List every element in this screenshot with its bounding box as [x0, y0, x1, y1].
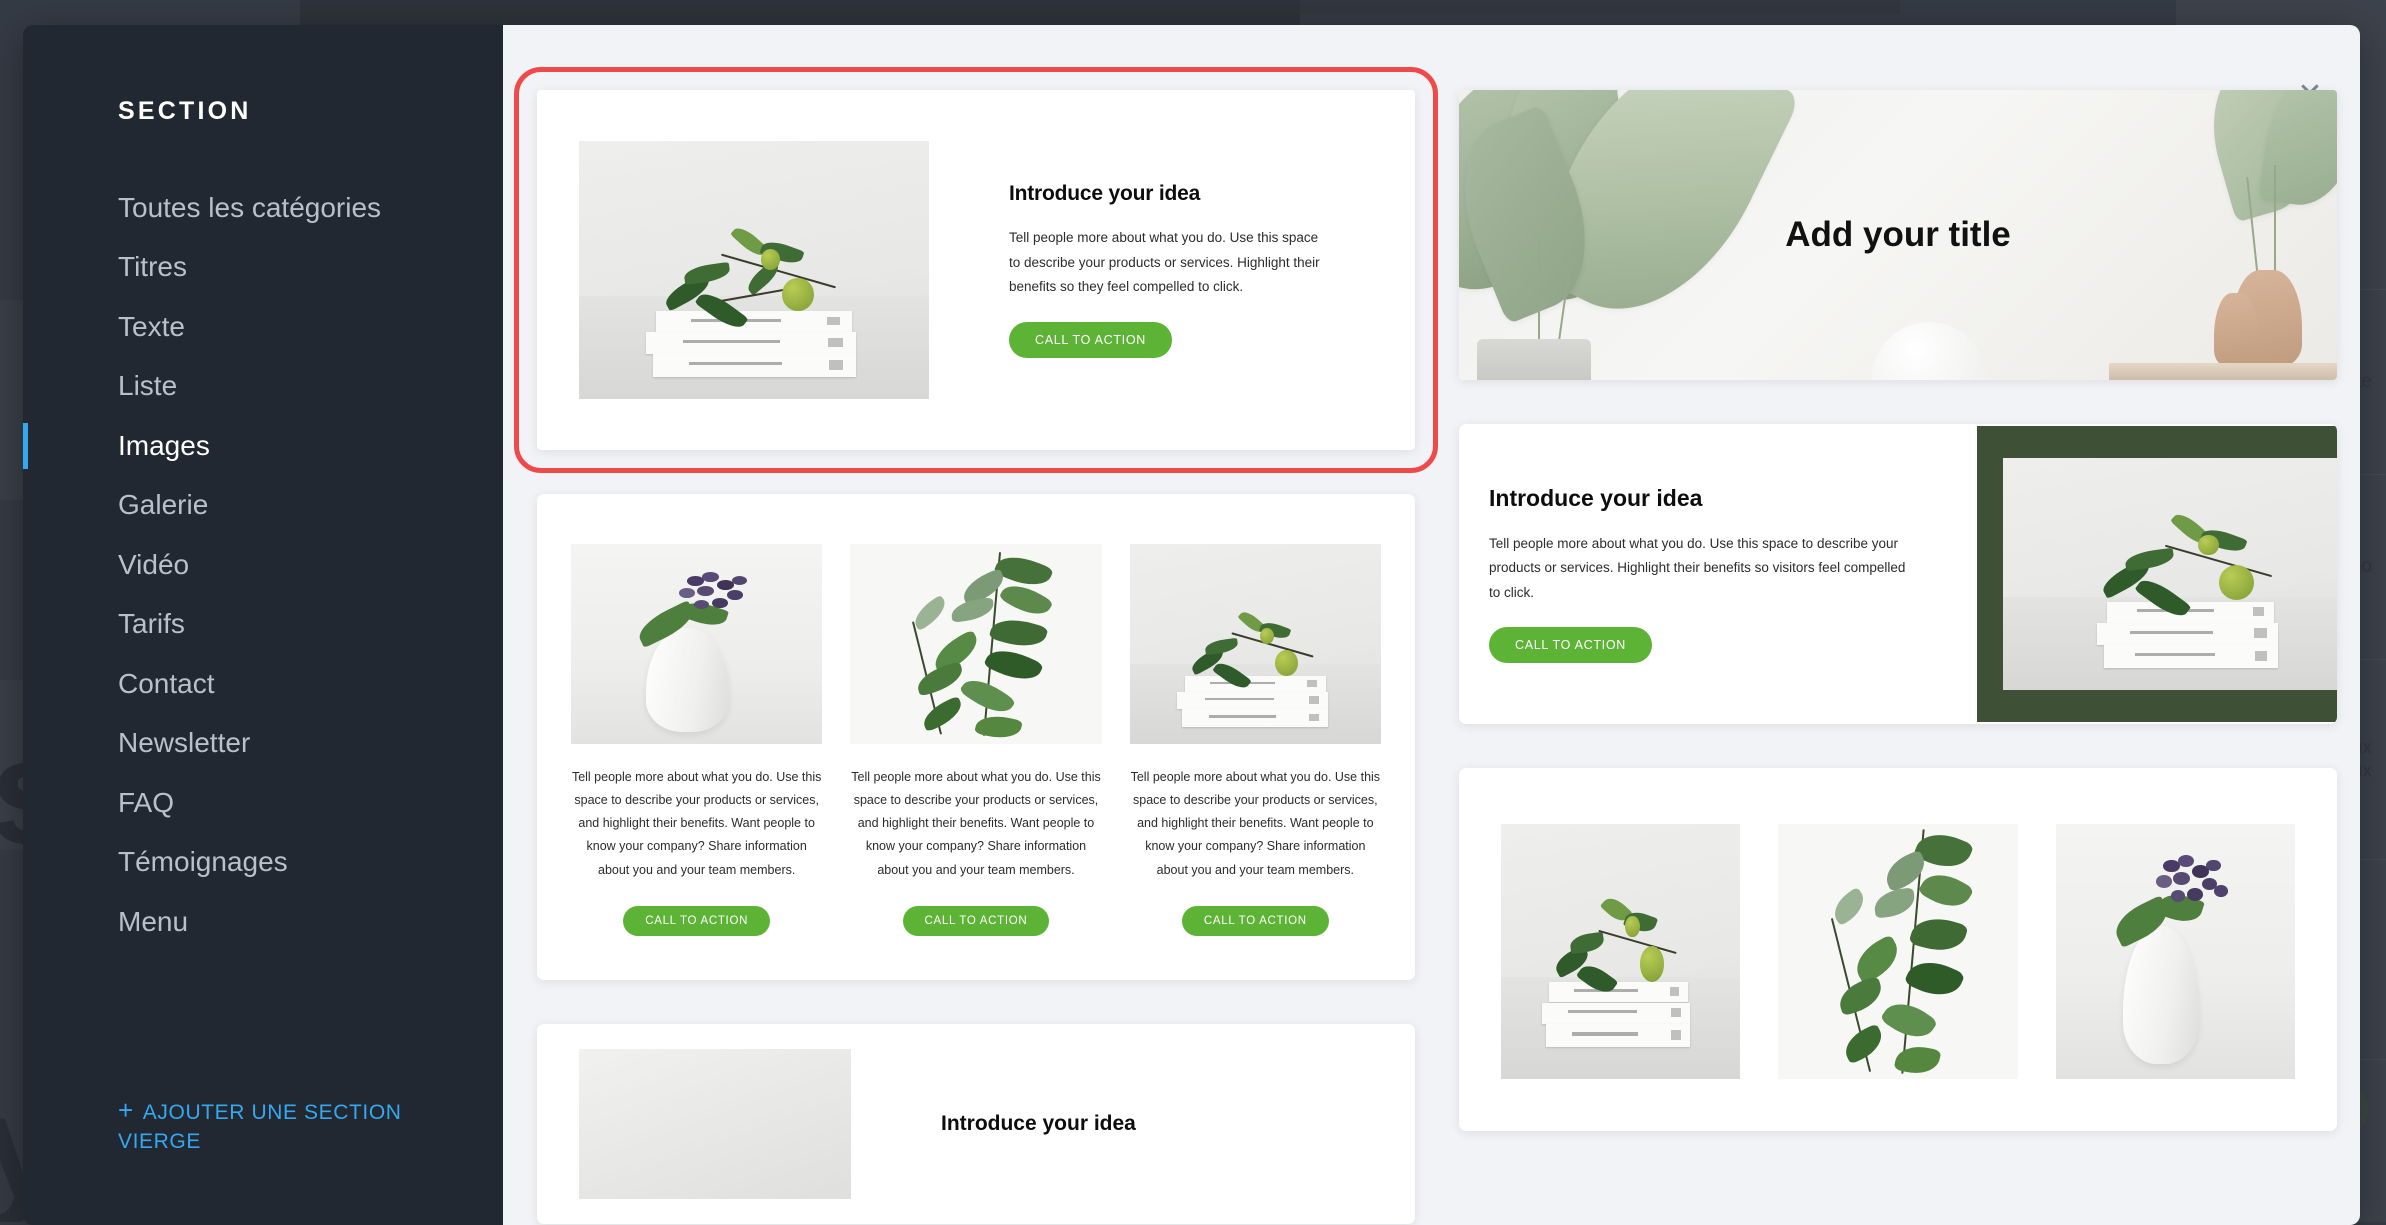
sidebar-item-menu[interactable]: Menu — [23, 892, 503, 952]
add-blank-section-label: AJOUTER UNE SECTION VIERGE — [118, 1101, 402, 1153]
template-heading: Introduce your idea — [1489, 485, 1909, 512]
tropical-plants-photo: Add your title — [1459, 90, 2337, 380]
books-with-branch-photo — [2003, 458, 2337, 690]
template-body-text: Tell people more about what you do. Use … — [1489, 532, 1909, 605]
template-card-body: Introduce your idea — [941, 1112, 1136, 1136]
sidebar-item-label: Liste — [118, 370, 177, 402]
template-column-left: Introduce your idea Tell people more abo… — [537, 90, 1415, 1224]
template-gallery: ✕ — [503, 25, 2360, 1225]
vase-with-berries-photo — [571, 544, 822, 744]
template-column-item: Tell people more about what you do. Use … — [571, 544, 822, 936]
template-body-text: Tell people more about what you do. Use … — [1130, 766, 1381, 882]
template-card-hero-banner[interactable]: Add your title — [1459, 90, 2337, 380]
template-card-image-left[interactable]: Introduce your idea Tell people more abo… — [537, 90, 1415, 450]
sidebar-item-toutes-les-categories[interactable]: Toutes les catégories — [23, 178, 503, 238]
sidebar-item-label: Menu — [118, 906, 188, 938]
sidebar-item-galerie[interactable]: Galerie — [23, 476, 503, 536]
sidebar-item-contact[interactable]: Contact — [23, 654, 503, 714]
sidebar-item-label: Galerie — [118, 489, 208, 521]
template-card-body: Introduce your idea Tell people more abo… — [1009, 182, 1329, 359]
sidebar-item-tarifs[interactable]: Tarifs — [23, 595, 503, 655]
books-with-branch-photo — [1130, 544, 1381, 744]
sidebar-item-label: Vidéo — [118, 549, 189, 581]
books-with-branch-photo — [579, 141, 929, 399]
sidebar: SECTION Toutes les catégories Titres Tex… — [23, 25, 503, 1225]
sidebar-item-temoignages[interactable]: Témoignages — [23, 833, 503, 893]
call-to-action-button[interactable]: CALL TO ACTION — [1009, 322, 1172, 358]
template-card-image-left-partial[interactable]: Introduce your idea — [537, 1024, 1415, 1224]
plus-icon: + — [118, 1095, 134, 1125]
template-body-text: Tell people more about what you do. Use … — [850, 766, 1101, 882]
template-card-gallery-three[interactable] — [1459, 768, 2337, 1131]
sidebar-item-label: Newsletter — [118, 727, 250, 759]
eucalyptus-branch-photo — [850, 544, 1101, 744]
sidebar-item-label: FAQ — [118, 787, 174, 819]
sidebar-item-label: Toutes les catégories — [118, 192, 381, 224]
template-heading: Introduce your idea — [941, 1112, 1136, 1136]
sidebar-item-texte[interactable]: Texte — [23, 297, 503, 357]
sidebar-item-video[interactable]: Vidéo — [23, 535, 503, 595]
template-card-text-with-framed-image[interactable]: Introduce your idea Tell people more abo… — [1459, 424, 2337, 724]
sidebar-item-liste[interactable]: Liste — [23, 357, 503, 417]
add-blank-section-button[interactable]: +AJOUTER UNE SECTION VIERGE — [118, 1093, 438, 1156]
template-column-item: Tell people more about what you do. Use … — [850, 544, 1101, 936]
sidebar-item-label: Titres — [118, 251, 187, 283]
template-column-item: Tell people more about what you do. Use … — [1130, 544, 1381, 936]
call-to-action-button[interactable]: CALL TO ACTION — [1182, 906, 1329, 936]
sidebar-item-newsletter[interactable]: Newsletter — [23, 714, 503, 774]
sidebar-item-faq[interactable]: FAQ — [23, 773, 503, 833]
sidebar-item-titres[interactable]: Titres — [23, 238, 503, 298]
sidebar-item-label: Texte — [118, 311, 185, 343]
backdrop-strip — [300, 0, 1300, 28]
template-heading: Introduce your idea — [1009, 182, 1329, 206]
template-card-body: Introduce your idea Tell people more abo… — [1489, 485, 1909, 663]
books-with-branch-photo — [1501, 824, 1740, 1079]
template-columns: Introduce your idea Tell people more abo… — [537, 90, 2337, 1224]
template-body-text: Tell people more about what you do. Use … — [1009, 226, 1329, 301]
placeholder-photo — [579, 1049, 851, 1199]
vase-with-berries-photo — [2056, 824, 2295, 1079]
sidebar-item-label: Tarifs — [118, 608, 185, 640]
sidebar-title: SECTION — [118, 97, 252, 126]
template-body-text: Tell people more about what you do. Use … — [571, 766, 822, 882]
sidebar-item-label: Contact — [118, 668, 215, 700]
template-heading: Add your title — [1785, 215, 2011, 255]
sidebar-item-images[interactable]: Images — [23, 416, 503, 476]
section-picker-modal: SECTION Toutes les catégories Titres Tex… — [23, 25, 2360, 1225]
sidebar-item-label: Images — [118, 430, 210, 462]
eucalyptus-branch-photo — [1778, 824, 2017, 1079]
image-frame — [1977, 426, 2337, 722]
template-card-three-columns[interactable]: Tell people more about what you do. Use … — [537, 494, 1415, 980]
call-to-action-button[interactable]: CALL TO ACTION — [1489, 627, 1652, 663]
template-column-right: Add your title Introduce your idea Tell … — [1459, 90, 2337, 1224]
call-to-action-button[interactable]: CALL TO ACTION — [623, 906, 770, 936]
call-to-action-button[interactable]: CALL TO ACTION — [903, 906, 1050, 936]
sidebar-item-label: Témoignages — [118, 846, 288, 878]
sidebar-nav: Toutes les catégories Titres Texte Liste… — [23, 178, 503, 952]
